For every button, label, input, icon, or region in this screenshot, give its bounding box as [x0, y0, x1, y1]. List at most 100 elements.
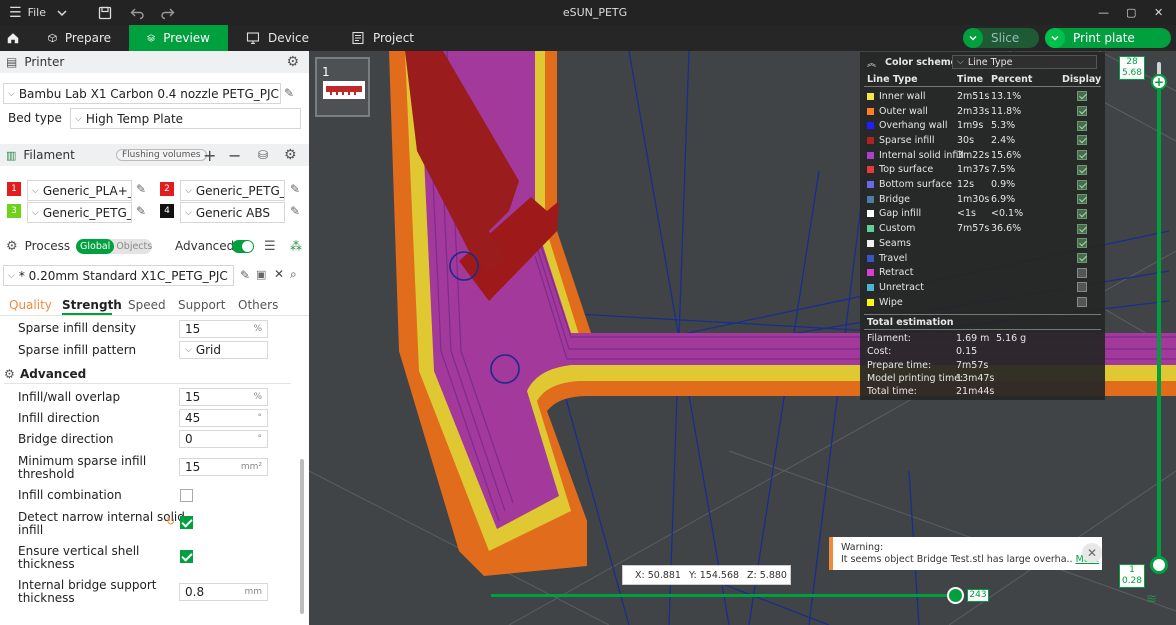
remove-filament-button[interactable]: − — [228, 146, 241, 165]
process-tab-quality[interactable]: Quality — [9, 298, 52, 312]
filament-4-edit-icon[interactable]: ✎ — [290, 204, 300, 218]
filament-4-select[interactable]: ⌵ Generic ABS — [180, 202, 285, 223]
line-type-swatch — [867, 107, 874, 115]
global-objects-toggle[interactable]: Global Objects — [76, 238, 152, 254]
display-checkbox[interactable] — [1077, 223, 1087, 234]
sync-filament-icon[interactable]: ⛁ — [258, 148, 268, 162]
legend-row: Wipe — [860, 295, 1105, 310]
printer-select[interactable]: ⌵ Bambu Lab X1 Carbon 0.4 nozzle PETG_PJ… — [3, 83, 281, 104]
print-plate-button[interactable]: Print plate — [1045, 28, 1171, 48]
filament-3-swatch[interactable]: 3 — [7, 204, 21, 218]
process-list-icon[interactable]: ☰ — [264, 239, 276, 254]
color-scheme-select[interactable]: ⌵ Line Type — [952, 55, 1097, 69]
slice-button[interactable]: Slice — [963, 28, 1039, 48]
line-type-swatch — [867, 298, 874, 306]
filament-1-edit-icon[interactable]: ✎ — [136, 182, 146, 196]
plate-thumbnail[interactable]: 1 — [315, 57, 370, 117]
print-dropdown-icon[interactable] — [1045, 28, 1065, 48]
file-menu[interactable]: ☰ File — [9, 0, 46, 25]
filament-1-select[interactable]: ⌵Generic_PLA+_eS... — [27, 180, 132, 201]
tab-project[interactable]: Project — [333, 25, 432, 51]
process-tab-support[interactable]: Support — [178, 298, 225, 312]
printer-edit-icon[interactable]: ✎ — [284, 86, 294, 100]
display-checkbox[interactable] — [1077, 238, 1087, 249]
display-checkbox[interactable] — [1077, 208, 1087, 219]
filament-3-select[interactable]: ⌵Generic_PETG_eS... — [27, 202, 132, 223]
filament-1-swatch[interactable]: 1 — [7, 182, 21, 196]
tab-prepare[interactable]: Prepare — [30, 25, 129, 51]
maximize-button[interactable]: ▢ — [1126, 0, 1136, 25]
display-checkbox[interactable] — [1077, 194, 1087, 205]
line-type-name: Bridge — [879, 193, 910, 205]
display-checkbox[interactable] — [1077, 179, 1087, 190]
sparse-infill-pattern-select[interactable]: ⌵ Grid — [179, 341, 268, 359]
layer-slider-top-handle[interactable]: + — [1151, 74, 1167, 91]
reset-arrow-icon[interactable]: ↻ — [166, 515, 175, 528]
bed-type-select[interactable]: ⌵ High Temp Plate — [70, 108, 301, 129]
process-tab-others[interactable]: Others — [238, 298, 278, 312]
process-tab-strength[interactable]: Strength — [62, 298, 122, 312]
line-type-name: Internal solid infill — [879, 149, 964, 161]
preset-save-icon[interactable]: ▣ — [256, 268, 266, 281]
display-checkbox[interactable] — [1077, 91, 1087, 102]
collapse-legend-icon[interactable]: ︽ — [867, 56, 876, 69]
toggle-global[interactable]: Global — [76, 238, 115, 254]
display-checkbox[interactable] — [1077, 253, 1087, 264]
display-checkbox[interactable] — [1077, 135, 1087, 146]
move-slider-track[interactable] — [491, 594, 956, 597]
warning-close-icon[interactable]: ✕ — [1082, 543, 1102, 563]
preset-edit-icon[interactable]: ✎ — [240, 268, 250, 282]
filament-2-swatch[interactable]: 2 — [160, 182, 174, 196]
tab-device[interactable]: Device — [228, 25, 327, 51]
minimize-button[interactable]: — — [1098, 0, 1109, 25]
layer-slider-bottom-handle[interactable] — [1150, 556, 1168, 574]
move-slider-handle[interactable] — [947, 587, 964, 604]
filament-3-edit-icon[interactable]: ✎ — [136, 204, 146, 218]
process-compare-icon[interactable]: ⁂ — [290, 239, 302, 253]
infill-combination-checkbox[interactable] — [180, 489, 193, 502]
close-button[interactable]: ✕ — [1154, 0, 1163, 25]
display-checkbox[interactable] — [1077, 267, 1087, 278]
infill-direction-input[interactable]: 45 ° — [179, 409, 268, 427]
printer-settings-gear-icon[interactable]: ⚙ — [286, 54, 299, 70]
filament-est-label: Filament: — [867, 333, 911, 344]
menu-chevron-down-icon[interactable] — [56, 0, 68, 25]
sparse-infill-density-input[interactable]: 15% — [179, 320, 268, 338]
detect-narrow-infill-checkbox[interactable] — [180, 516, 193, 529]
undo-icon[interactable] — [130, 0, 144, 25]
min-sparse-infill-input[interactable]: 15 mm² — [179, 458, 268, 476]
home-icon[interactable] — [0, 25, 26, 51]
redo-icon[interactable] — [161, 0, 175, 25]
vertical-shell-checkbox[interactable] — [180, 550, 193, 563]
save-icon[interactable] — [98, 0, 112, 25]
toggle-objects[interactable]: Objects — [114, 241, 152, 252]
plate-thumbnail-image — [323, 81, 365, 99]
advanced-toggle[interactable] — [232, 239, 254, 253]
display-checkbox[interactable] — [1077, 106, 1087, 117]
col-percent: Percent — [991, 74, 1033, 85]
display-checkbox[interactable] — [1077, 164, 1087, 175]
display-checkbox[interactable] — [1077, 282, 1087, 293]
bridge-direction-input[interactable]: 0 ° — [179, 430, 268, 448]
display-checkbox[interactable] — [1077, 150, 1087, 161]
printer-icon: ▤ — [6, 55, 18, 69]
slice-dropdown-icon[interactable] — [963, 28, 983, 48]
legend-row: Retract — [860, 265, 1105, 280]
layers-stack-icon[interactable]: ≋ — [1146, 592, 1157, 607]
bridge-support-input[interactable]: 0.8 mm — [179, 583, 268, 601]
preset-close-icon[interactable]: ✕ — [274, 267, 284, 281]
settings-scrollbar[interactable] — [300, 459, 304, 614]
filament-settings-gear-icon[interactable]: ⚙ — [284, 147, 297, 163]
preset-search-icon[interactable]: ⌕ — [290, 267, 297, 282]
filament-4-swatch[interactable]: 4 — [160, 204, 174, 218]
filament-2-edit-icon[interactable]: ✎ — [290, 182, 300, 196]
process-tab-speed[interactable]: Speed — [128, 298, 166, 312]
display-checkbox[interactable] — [1077, 297, 1087, 308]
infill-wall-overlap-input[interactable]: 15% — [179, 388, 268, 406]
tab-preview[interactable]: Preview — [129, 25, 228, 51]
flushing-volumes-button[interactable]: Flushing volumes — [116, 149, 207, 161]
display-checkbox[interactable] — [1077, 120, 1087, 131]
filament-2-select[interactable]: ⌵Generic_PETG_eS... — [180, 180, 285, 201]
add-filament-button[interactable]: + — [203, 146, 216, 165]
process-preset-select[interactable]: ⌵ * 0.20mm Standard X1C_PETG_PJC — [3, 265, 234, 286]
